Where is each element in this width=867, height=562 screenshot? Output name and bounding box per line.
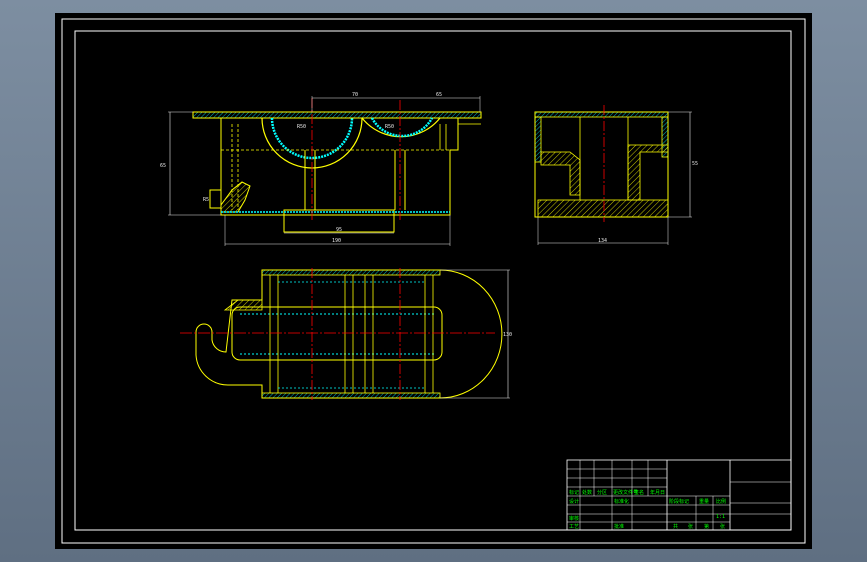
front-top-plate <box>192 111 482 119</box>
front-dim-height-left: 65 <box>160 163 166 169</box>
top-dim-height-right: 130 <box>503 332 512 338</box>
side-base <box>537 199 669 218</box>
side-view: 55 134 <box>534 105 698 245</box>
top-slot-dash <box>240 313 436 355</box>
side-left-wall <box>534 116 542 163</box>
tb-label-stage-mark: 阶段标记 <box>669 498 689 505</box>
tb-label-approve: 批准 <box>614 523 624 530</box>
tb-label-mark: 标记 <box>569 489 579 496</box>
front-bore-right-inner <box>370 117 434 138</box>
top-bottom-strip <box>261 392 441 399</box>
top-view: 130 <box>180 268 512 400</box>
tb-scale-value: 1:1 <box>716 514 725 520</box>
tb-label-date: 年月日 <box>650 489 665 496</box>
front-dim-bore-left: R50 <box>297 124 306 130</box>
tb-label-sheet-no: 第 <box>704 523 709 530</box>
tb-label-sheets-total: 共 <box>673 523 678 530</box>
tb-label-review: 审核 <box>569 515 579 522</box>
outer-frame <box>61 18 806 544</box>
tb-label-sheet: 张 <box>688 523 693 530</box>
front-dim-small-left: R5 <box>203 197 209 203</box>
front-dim-bottom-inner: 95 <box>336 227 342 233</box>
front-dim-top-left: 70 <box>352 92 358 98</box>
front-view: 70 65 65 R5 R50 R50 95 190 <box>160 92 482 246</box>
top-outline <box>195 269 503 399</box>
tb-label-process: 工艺 <box>569 524 579 530</box>
tb-label-standardize: 标准化 <box>614 498 629 505</box>
top-left-boss <box>223 299 263 311</box>
top-inner-slot <box>231 306 443 361</box>
tb-label-signature: 签名 <box>634 489 644 496</box>
tb-label-zone: 分区 <box>597 489 607 496</box>
top-top-strip <box>261 269 441 276</box>
side-top-plate <box>534 111 669 118</box>
front-right-step <box>439 123 481 150</box>
side-left-step <box>540 151 581 196</box>
front-small-lug <box>209 189 222 209</box>
front-dim-top-right: 65 <box>436 92 442 98</box>
side-dim-bottom-width: 134 <box>598 238 607 244</box>
tb-label-sheet-2: 张 <box>720 523 725 530</box>
tb-label-scale: 比例 <box>716 498 726 505</box>
tb-label-count: 处数 <box>582 489 592 496</box>
front-dim-bottom-overall: 190 <box>332 238 341 244</box>
front-dim-bore-right: R50 <box>385 124 394 130</box>
title-block: 标记 处数 分区 更改文件号 签名 年月日 设计 标准化 审核 工艺 批准 阶段… <box>566 459 792 531</box>
front-left-boss <box>220 181 251 213</box>
front-body-outline <box>220 118 459 216</box>
tb-label-weight: 重量 <box>699 498 709 505</box>
top-cross-dash <box>278 281 425 389</box>
tb-label-design: 设计 <box>569 498 579 505</box>
cad-drawing: 70 65 65 R5 R50 R50 95 190 55 134 130 标记… <box>61 18 806 544</box>
side-dim-height-right: 55 <box>692 161 698 167</box>
